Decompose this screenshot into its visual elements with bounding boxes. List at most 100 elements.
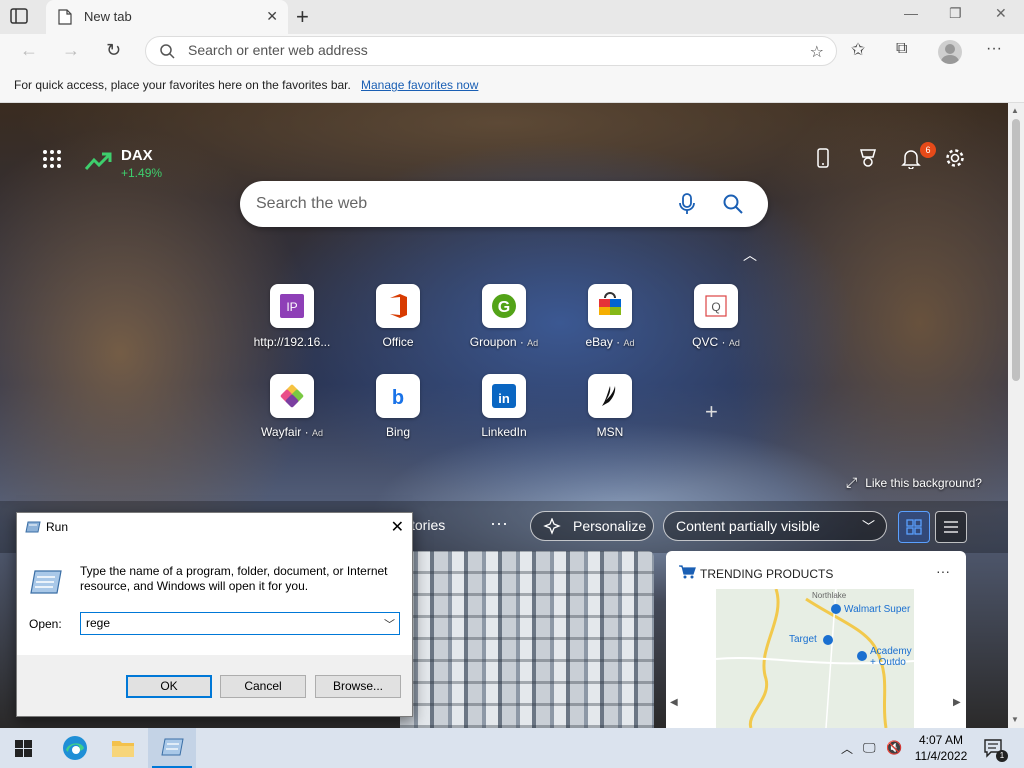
quick-link-ebay[interactable]: eBay · Ad — [565, 284, 655, 364]
new-tab-button[interactable]: + — [296, 4, 309, 30]
web-search-input[interactable] — [256, 195, 636, 213]
quick-link-label: eBay — [585, 335, 613, 349]
quick-link-bing[interactable]: b Bing — [353, 374, 443, 454]
manage-favorites-link[interactable]: Manage favorites now — [361, 78, 478, 92]
quick-link-qvc[interactable]: Q QVC · Ad — [671, 284, 761, 364]
quick-link-office[interactable]: Office — [353, 284, 443, 364]
quick-link-ip[interactable]: IP http://192.16... — [247, 284, 337, 364]
collections-icon[interactable]: ⧉ — [896, 40, 907, 58]
run-title: Run — [46, 520, 69, 534]
address-input[interactable] — [188, 42, 788, 58]
phone-icon[interactable] — [812, 147, 834, 169]
cancel-button[interactable]: Cancel — [220, 675, 306, 698]
restore-button[interactable]: ❐ — [949, 5, 962, 22]
news-card-image[interactable] — [400, 551, 654, 728]
list-view-button[interactable] — [935, 511, 967, 543]
volume-muted-icon[interactable]: 🔇 — [886, 740, 902, 756]
start-button[interactable] — [0, 728, 48, 768]
network-icon[interactable]: 🖵 — [863, 740, 876, 756]
minimize-button[interactable]: — — [904, 5, 918, 21]
app-launcher-icon[interactable] — [42, 149, 62, 169]
microphone-icon[interactable] — [678, 193, 696, 215]
ad-label: Ad — [623, 338, 635, 348]
ebay-icon — [599, 292, 621, 315]
settings-more-button[interactable]: ··· — [986, 40, 1002, 58]
refresh-icon[interactable]: ↻ — [106, 40, 121, 61]
content-visibility-dropdown[interactable]: Content partially visible ﹀ — [663, 511, 887, 541]
taskbar-file-explorer[interactable] — [99, 728, 147, 768]
tab-close-button[interactable]: ✕ — [266, 8, 278, 25]
collapse-chevron-icon[interactable]: ︿ — [743, 245, 757, 265]
quick-link-label: http://192.16... — [253, 335, 331, 349]
clock-date: 11/4/2022 — [914, 749, 968, 763]
map-label: Walmart Super — [844, 604, 911, 615]
run-close-button[interactable]: ✕ — [391, 517, 404, 537]
svg-text:in: in — [498, 391, 510, 406]
rewards-icon[interactable] — [857, 147, 879, 169]
add-favorite-icon[interactable]: ☆ — [810, 42, 824, 62]
scroll-up-icon[interactable]: ▲ — [1011, 106, 1019, 115]
quick-link-label: MSN — [596, 425, 624, 439]
web-search-box[interactable] — [240, 181, 768, 227]
bing-icon: b — [392, 387, 404, 409]
open-combobox[interactable]: ﹀ — [80, 612, 400, 635]
ip-icon: IP — [280, 294, 304, 318]
navigation-bar: ← → ↻ ☆ ✩ ⧉ ··· — [0, 34, 1024, 70]
notification-badge: 6 — [920, 142, 936, 158]
taskbar-run[interactable] — [148, 728, 196, 768]
notifications-icon[interactable] — [900, 147, 922, 169]
web-search-icon[interactable] — [722, 193, 744, 215]
clock-time: 4:07 AM — [918, 733, 964, 747]
quick-link-msn[interactable]: MSN — [565, 374, 655, 454]
feed-stories-tab[interactable]: tories — [411, 517, 445, 533]
address-bar[interactable]: ☆ — [145, 36, 837, 66]
sparkle-icon — [543, 518, 561, 535]
quick-link-groupon[interactable]: G Groupon · Ad — [459, 284, 549, 364]
browse-button[interactable]: Browse... — [315, 675, 401, 698]
show-hidden-icons[interactable]: ︿ — [841, 740, 853, 757]
page-icon — [58, 9, 72, 25]
run-titlebar[interactable]: Run ✕ — [17, 513, 412, 541]
edge-icon — [63, 736, 87, 760]
profile-avatar[interactable] — [938, 40, 962, 64]
ok-button[interactable]: OK — [126, 675, 212, 698]
taskbar-edge[interactable] — [51, 728, 99, 768]
like-background-link[interactable]: ⤢ Like this background? — [846, 474, 982, 491]
add-quick-link-button[interactable]: + — [705, 399, 718, 425]
svg-text:G: G — [498, 299, 510, 316]
forward-icon[interactable]: → — [62, 40, 80, 61]
trending-more-button[interactable]: ··· — [936, 563, 950, 579]
back-icon[interactable]: ← — [20, 40, 38, 61]
window-close-button[interactable]: ✕ — [995, 5, 1007, 22]
open-input[interactable] — [86, 616, 376, 630]
map-label: Target — [789, 634, 817, 645]
page-settings-icon[interactable] — [944, 147, 966, 169]
carousel-next-icon[interactable]: ▶ — [953, 697, 961, 708]
ad-label: Ad — [527, 338, 539, 348]
svg-text:Q: Q — [711, 300, 720, 314]
tab-new-tab[interactable]: New tab ✕ — [46, 0, 288, 34]
open-label: Open: — [29, 617, 62, 631]
scroll-down-icon[interactable]: ▼ — [1011, 715, 1019, 724]
scrollbar-thumb[interactable] — [1012, 119, 1020, 381]
carousel-prev-icon[interactable]: ◀ — [670, 697, 678, 708]
quick-link-wayfair[interactable]: Wayfair · Ad — [247, 374, 337, 454]
feed-more-button[interactable]: ··· — [490, 513, 508, 534]
tab-actions-icon[interactable] — [10, 8, 28, 24]
quick-link-linkedin[interactable]: in LinkedIn — [459, 374, 549, 454]
favorites-icon[interactable]: ✩ — [851, 40, 865, 60]
cart-icon — [679, 565, 696, 579]
grid-view-button[interactable] — [898, 511, 930, 543]
chevron-down-icon[interactable]: ﹀ — [384, 616, 395, 632]
run-icon — [25, 521, 41, 533]
personalize-button[interactable]: Personalize — [530, 511, 654, 541]
page-scrollbar[interactable]: ▲ ▼ — [1008, 103, 1024, 728]
ticker-name[interactable]: DAX — [121, 147, 153, 164]
run-description: Type the name of a program, folder, docu… — [80, 564, 388, 593]
trending-products-card[interactable]: TRENDING PRODUCTS ··· Walmart Super Targ… — [666, 551, 966, 728]
store-map[interactable]: Walmart Super Target Academy + Outdo Nor… — [716, 589, 914, 728]
clock[interactable]: 4:07 AM 11/4/2022 — [908, 732, 974, 764]
ticker-change: +1.49% — [121, 166, 163, 180]
taskbar: ︿ 🖵 🔇 4:07 AM 11/4/2022 1 — [0, 728, 1024, 768]
quick-link-label: Wayfair — [261, 425, 302, 439]
